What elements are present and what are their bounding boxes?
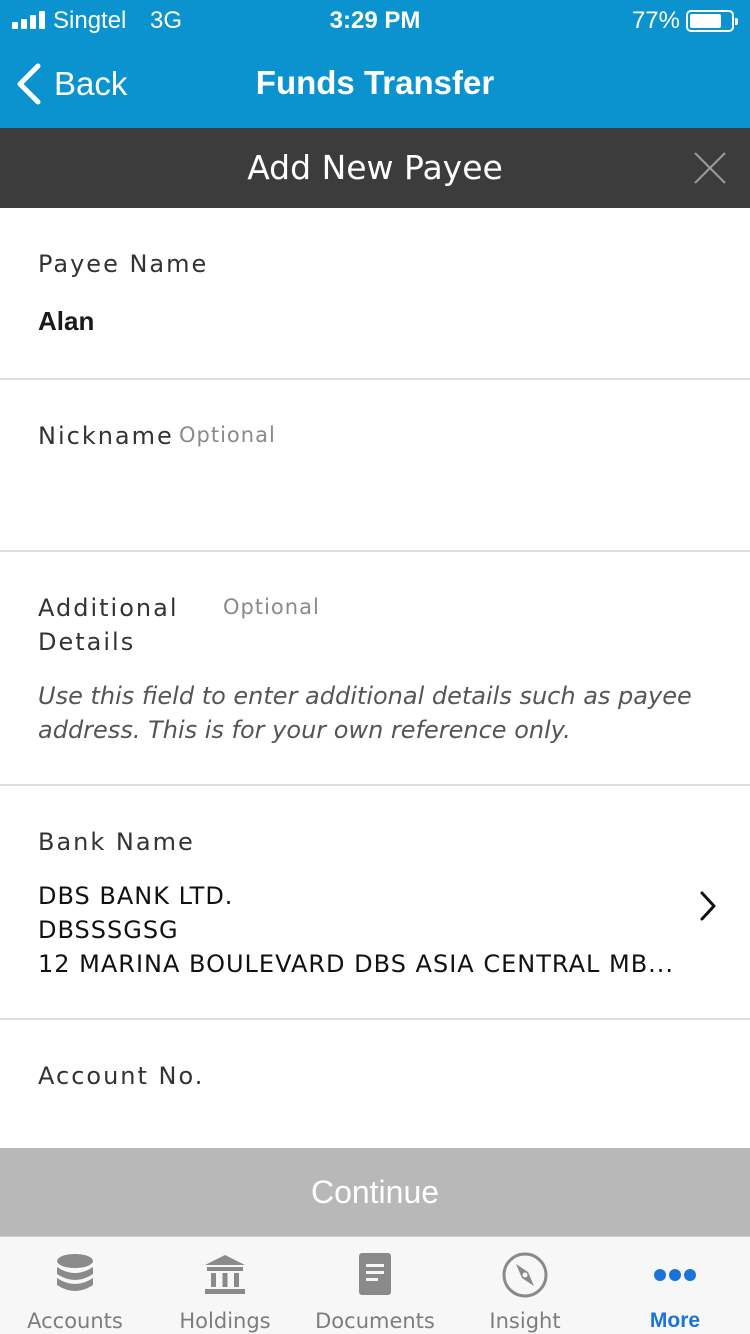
back-label: Back bbox=[54, 65, 128, 102]
tab-holdings-label: Holdings bbox=[179, 1309, 271, 1333]
nav-bar: Back Funds Transfer bbox=[0, 40, 750, 128]
bank-name-field[interactable]: Bank Name DBS BANK LTD. DBSSSGSG 12 MARI… bbox=[0, 786, 750, 1020]
bank-name-line: DBS BANK LTD. bbox=[38, 882, 234, 910]
more-dots-icon bbox=[654, 1269, 696, 1281]
additional-details-label-line1: Additional bbox=[38, 594, 179, 622]
close-icon[interactable] bbox=[692, 150, 728, 186]
modal-header: Add New Payee bbox=[0, 128, 750, 208]
additional-details-hint-line1: Use this field to enter additional detai… bbox=[38, 682, 692, 710]
compass-icon bbox=[502, 1252, 548, 1298]
payee-name-field[interactable]: Payee Name Alan bbox=[0, 208, 750, 380]
payee-name-label: Payee Name bbox=[38, 250, 209, 278]
additional-details-hint-line2: address. This is for your own reference … bbox=[38, 716, 571, 744]
bank-name-label: Bank Name bbox=[38, 828, 195, 856]
chevron-left-icon bbox=[17, 63, 41, 105]
tab-more[interactable]: More bbox=[600, 1237, 750, 1334]
battery-fill bbox=[690, 14, 721, 28]
battery-percent: 77% bbox=[631, 7, 680, 34]
tab-documents[interactable]: Documents bbox=[300, 1237, 450, 1334]
nickname-optional-tag: Optional bbox=[179, 423, 276, 447]
bank-address: 12 MARINA BOULEVARD DBS ASIA CENTRAL MB.… bbox=[38, 950, 675, 978]
app-header: Singtel 3G 3:29 PM 77% Back Funds Transf… bbox=[0, 0, 750, 128]
tab-bar: Accounts Holdings Documents Insight More bbox=[0, 1236, 750, 1334]
battery-icon bbox=[686, 10, 738, 32]
document-icon bbox=[359, 1253, 391, 1295]
status-bar: Singtel 3G 3:29 PM 77% bbox=[0, 0, 750, 40]
tab-documents-label: Documents bbox=[315, 1309, 435, 1333]
modal-title: Add New Payee bbox=[247, 148, 503, 187]
tab-holdings[interactable]: Holdings bbox=[150, 1237, 300, 1334]
chevron-right-icon[interactable] bbox=[698, 890, 718, 922]
tab-insight[interactable]: Insight bbox=[450, 1237, 600, 1334]
tab-insight-label: Insight bbox=[489, 1309, 561, 1333]
tab-accounts[interactable]: Accounts bbox=[0, 1237, 150, 1334]
nickname-field[interactable]: Nickname Optional bbox=[0, 380, 750, 552]
tab-accounts-label: Accounts bbox=[27, 1309, 123, 1333]
nickname-label: Nickname bbox=[38, 422, 174, 450]
continue-button[interactable]: Continue bbox=[0, 1148, 750, 1236]
bank-swift-code: DBSSSGSG bbox=[38, 916, 179, 944]
tab-more-label: More bbox=[649, 1309, 701, 1332]
additional-details-optional-tag: Optional bbox=[223, 595, 320, 619]
additional-details-label-line2: Details bbox=[38, 628, 136, 656]
additional-details-field[interactable]: Additional Details Optional Use this fie… bbox=[0, 552, 750, 786]
bank-building-icon bbox=[205, 1255, 245, 1294]
account-number-label: Account No. bbox=[38, 1062, 205, 1090]
payee-name-value: Alan bbox=[38, 306, 95, 336]
database-icon bbox=[57, 1254, 93, 1291]
account-number-field[interactable]: Account No. bbox=[0, 1020, 750, 1148]
back-button[interactable]: Back bbox=[14, 60, 127, 108]
